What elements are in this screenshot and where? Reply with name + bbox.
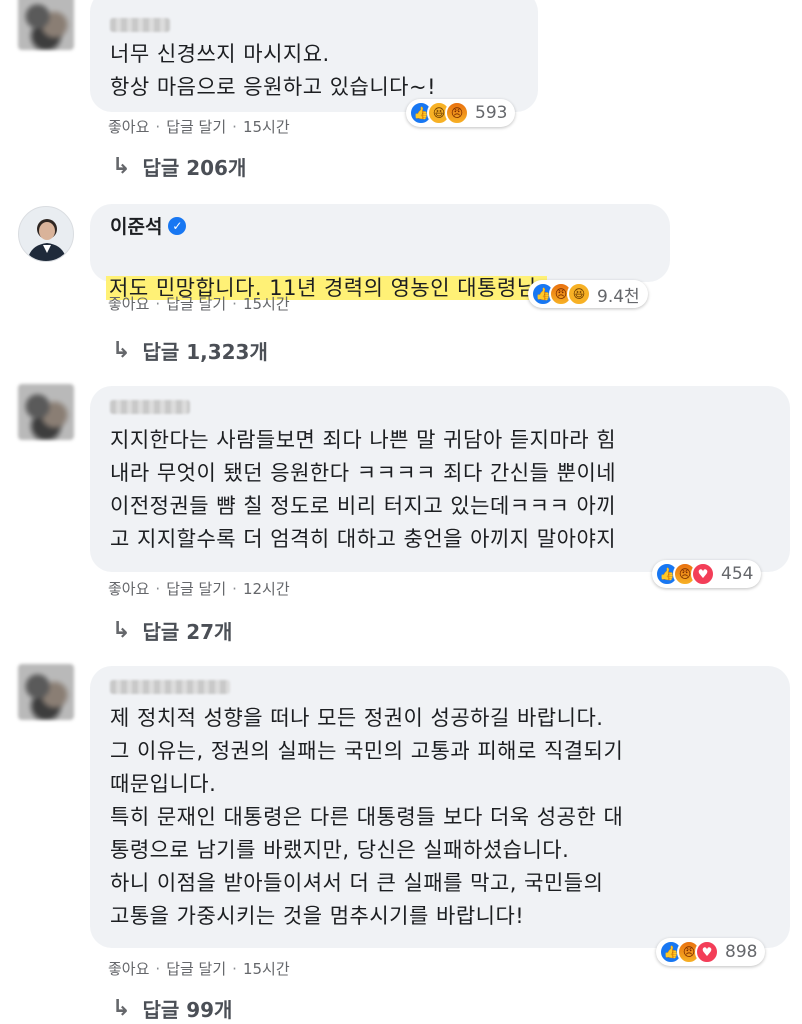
timestamp[interactable]: 15시간: [243, 958, 290, 979]
angry-icon: 😠: [445, 101, 469, 125]
reaction-summary[interactable]: 👍 😆 😠 593: [406, 99, 516, 127]
avatar[interactable]: [18, 206, 74, 262]
comment-bubble: 지지한다는 사람들보면 죄다 나쁜 말 귀담아 듣지마라 힘 내라 무엇이 됐던…: [90, 386, 790, 572]
view-replies-link[interactable]: ↳ 답글 27개: [112, 616, 232, 645]
reply-link[interactable]: 답글 달기: [166, 958, 226, 979]
reply-arrow-icon: ↳: [112, 154, 131, 179]
author-name-redacted[interactable]: [110, 680, 230, 694]
reaction-count: 9.4천: [597, 286, 640, 307]
reaction-count: 898: [725, 942, 758, 962]
comment-bubble: 이준석 ✓ 저도 민망합니다. 11년 경력의 영농인 대통령님.: [90, 204, 670, 300]
verified-badge-icon: ✓: [168, 216, 187, 235]
comment-text: 지지한다는 사람들보면 죄다 나쁜 말 귀담아 듣지마라 힘 내라 무엇이 됐던…: [110, 428, 617, 551]
comment: 지지한다는 사람들보면 죄다 나쁜 말 귀담아 듣지마라 힘 내라 무엇이 됐던…: [0, 380, 802, 660]
comment-actions: 좋아요 · 답글 달기 · 12시간: [108, 578, 290, 599]
comment: 제 정치적 성향을 떠나 모든 정권이 성공하길 바랍니다. 그 이유는, 정권…: [0, 660, 802, 1024]
avatar[interactable]: [18, 0, 74, 50]
timestamp[interactable]: 12시간: [243, 578, 290, 599]
comment-actions: 좋아요 · 답글 달기 · 15시간: [108, 293, 290, 314]
profile-photo-icon: [27, 219, 67, 261]
author-name-redacted[interactable]: [110, 18, 170, 32]
timestamp[interactable]: 15시간: [243, 293, 290, 314]
view-replies-link[interactable]: ↳ 답글 1,323개: [112, 336, 268, 365]
like-link[interactable]: 좋아요: [108, 578, 149, 599]
comment-bubble: 제 정치적 성향을 떠나 모든 정권이 성공하길 바랍니다. 그 이유는, 정권…: [90, 666, 790, 948]
comment-bubble: 너무 신경쓰지 마시지요. 항상 마음으로 응원하고 있습니다~!: [90, 0, 538, 112]
reaction-count: 593: [475, 103, 508, 123]
reaction-summary[interactable]: 👍 😠 ♥ 898: [656, 938, 766, 966]
reply-arrow-icon: ↳: [112, 338, 131, 363]
love-icon: ♥: [695, 940, 719, 964]
replies-count: 답글 1,323개: [142, 340, 268, 364]
reaction-summary[interactable]: 👍 😠 😆 9.4천: [528, 280, 648, 308]
like-link[interactable]: 좋아요: [108, 116, 149, 137]
avatar[interactable]: [18, 664, 74, 720]
comment: 너무 신경쓰지 마시지요. 항상 마음으로 응원하고 있습니다~! 👍 😆 😠 …: [0, 0, 802, 200]
comment-actions: 좋아요 · 답글 달기 · 15시간: [108, 116, 290, 137]
reply-link[interactable]: 답글 달기: [166, 578, 226, 599]
timestamp[interactable]: 15시간: [243, 116, 290, 137]
reply-link[interactable]: 답글 달기: [166, 293, 226, 314]
replies-count: 답글 206개: [142, 156, 247, 180]
reaction-count: 454: [721, 564, 754, 584]
comment-text: 너무 신경쓰지 마시지요. 항상 마음으로 응원하고 있습니다~!: [110, 42, 437, 99]
reply-link[interactable]: 답글 달기: [166, 116, 226, 137]
author-name-redacted[interactable]: [110, 400, 190, 414]
reply-arrow-icon: ↳: [112, 618, 131, 643]
comment-actions: 좋아요 · 답글 달기 · 15시간: [108, 958, 290, 979]
view-replies-link[interactable]: ↳ 답글 99개: [112, 994, 232, 1023]
comment-text: 제 정치적 성향을 떠나 모든 정권이 성공하길 바랍니다. 그 이유는, 정권…: [110, 706, 624, 928]
comment: 이준석 ✓ 저도 민망합니다. 11년 경력의 영농인 대통령님. 👍 😠 😆 …: [0, 200, 802, 380]
author-name[interactable]: 이준석: [110, 212, 162, 239]
haha-icon: 😆: [567, 282, 591, 306]
avatar[interactable]: [18, 384, 74, 440]
view-replies-link[interactable]: ↳ 답글 206개: [112, 152, 246, 181]
like-link[interactable]: 좋아요: [108, 293, 149, 314]
reply-arrow-icon: ↳: [112, 996, 131, 1021]
like-link[interactable]: 좋아요: [108, 958, 149, 979]
replies-count: 답글 27개: [142, 620, 233, 644]
replies-count: 답글 99개: [142, 998, 233, 1022]
reaction-summary[interactable]: 👍 😠 ♥ 454: [652, 560, 762, 588]
love-icon: ♥: [691, 562, 715, 586]
